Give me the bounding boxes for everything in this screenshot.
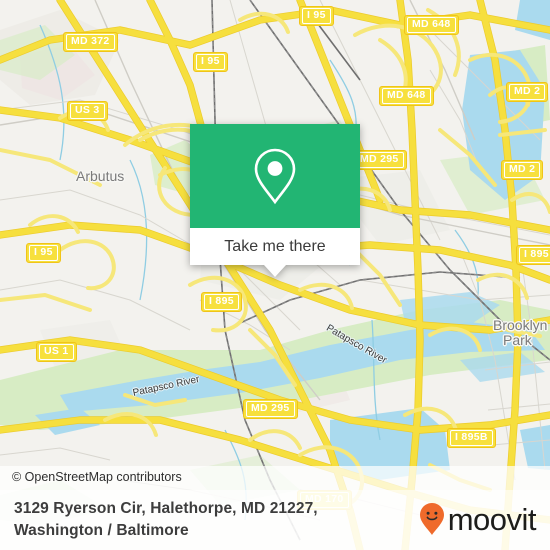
road-shield[interactable]: I 95 (299, 6, 334, 26)
moovit-smiley-pin-icon (419, 503, 444, 535)
road-shield[interactable]: MD 648 (379, 86, 434, 106)
take-me-there-popup[interactable]: Take me there (190, 124, 360, 277)
map-place-label: Park (503, 332, 532, 348)
address-line-2: Washington / Baltimore (14, 522, 189, 539)
address-footer-bar: 3129 Ryerson Cir, Halethorpe, MD 21227, … (0, 490, 550, 550)
road-shield[interactable]: MD 2 (501, 160, 544, 180)
road-shield-label: MD 2 (504, 162, 541, 178)
map-attribution-text[interactable]: © OpenStreetMap contributors (12, 470, 182, 484)
map-place-label: Arbutus (76, 168, 125, 184)
road-shield[interactable]: I 95 (26, 243, 61, 263)
moovit-wordmark: moovit (447, 501, 537, 537)
road-shield-label: MD 295 (355, 152, 404, 168)
road-shield-label: US 3 (70, 103, 105, 119)
road-shield[interactable]: MD 372 (63, 32, 118, 52)
road-shield[interactable]: MD 295 (352, 150, 407, 170)
road-shield[interactable]: MD 648 (404, 15, 459, 35)
road-shield-label: US 1 (39, 344, 74, 360)
map-screenshot: .w{fill:#aadaee} .g{fill:#d7ecc4} .gy{fi… (0, 0, 550, 550)
road-shield-label: I 895 (519, 247, 550, 263)
road-shield[interactable]: I 895 (516, 245, 550, 265)
address-line-1: 3129 Ryerson Cir, Halethorpe, MD 21227, (14, 500, 318, 517)
road-shield-label: I 895B (450, 430, 493, 446)
road-shield-label: MD 372 (66, 34, 115, 50)
road-shield-label: I 95 (196, 54, 225, 70)
address-block: 3129 Ryerson Cir, Halethorpe, MD 21227, … (14, 498, 384, 542)
road-shield-label: MD 648 (382, 88, 431, 104)
road-shield-label: MD 648 (407, 17, 456, 33)
moovit-logo[interactable]: moovit (419, 501, 537, 537)
road-shield-label: I 895 (204, 294, 239, 310)
popup-action-button[interactable]: Take me there (190, 228, 360, 265)
road-shield-label: I 95 (29, 245, 58, 261)
road-shield[interactable]: MD 2 (506, 82, 549, 102)
map-place-label: Brooklyn (493, 317, 548, 333)
popup-header (190, 124, 360, 228)
popup-tail (264, 265, 286, 277)
road-shield[interactable]: US 1 (36, 342, 77, 362)
road-shield[interactable]: I 95 (193, 52, 228, 72)
road-shield[interactable]: MD 295 (243, 399, 298, 419)
road-shield[interactable]: I 895B (447, 428, 496, 448)
road-shield-label: I 95 (302, 8, 331, 24)
road-shield-label: MD 295 (246, 401, 295, 417)
map-pin-icon (254, 148, 296, 205)
map-attribution: © OpenStreetMap contributors (0, 466, 550, 490)
road-shield[interactable]: I 895 (201, 292, 242, 312)
road-shield[interactable]: US 3 (67, 101, 108, 121)
road-shield-label: MD 2 (509, 84, 546, 100)
popup-action-label: Take me there (224, 237, 326, 255)
